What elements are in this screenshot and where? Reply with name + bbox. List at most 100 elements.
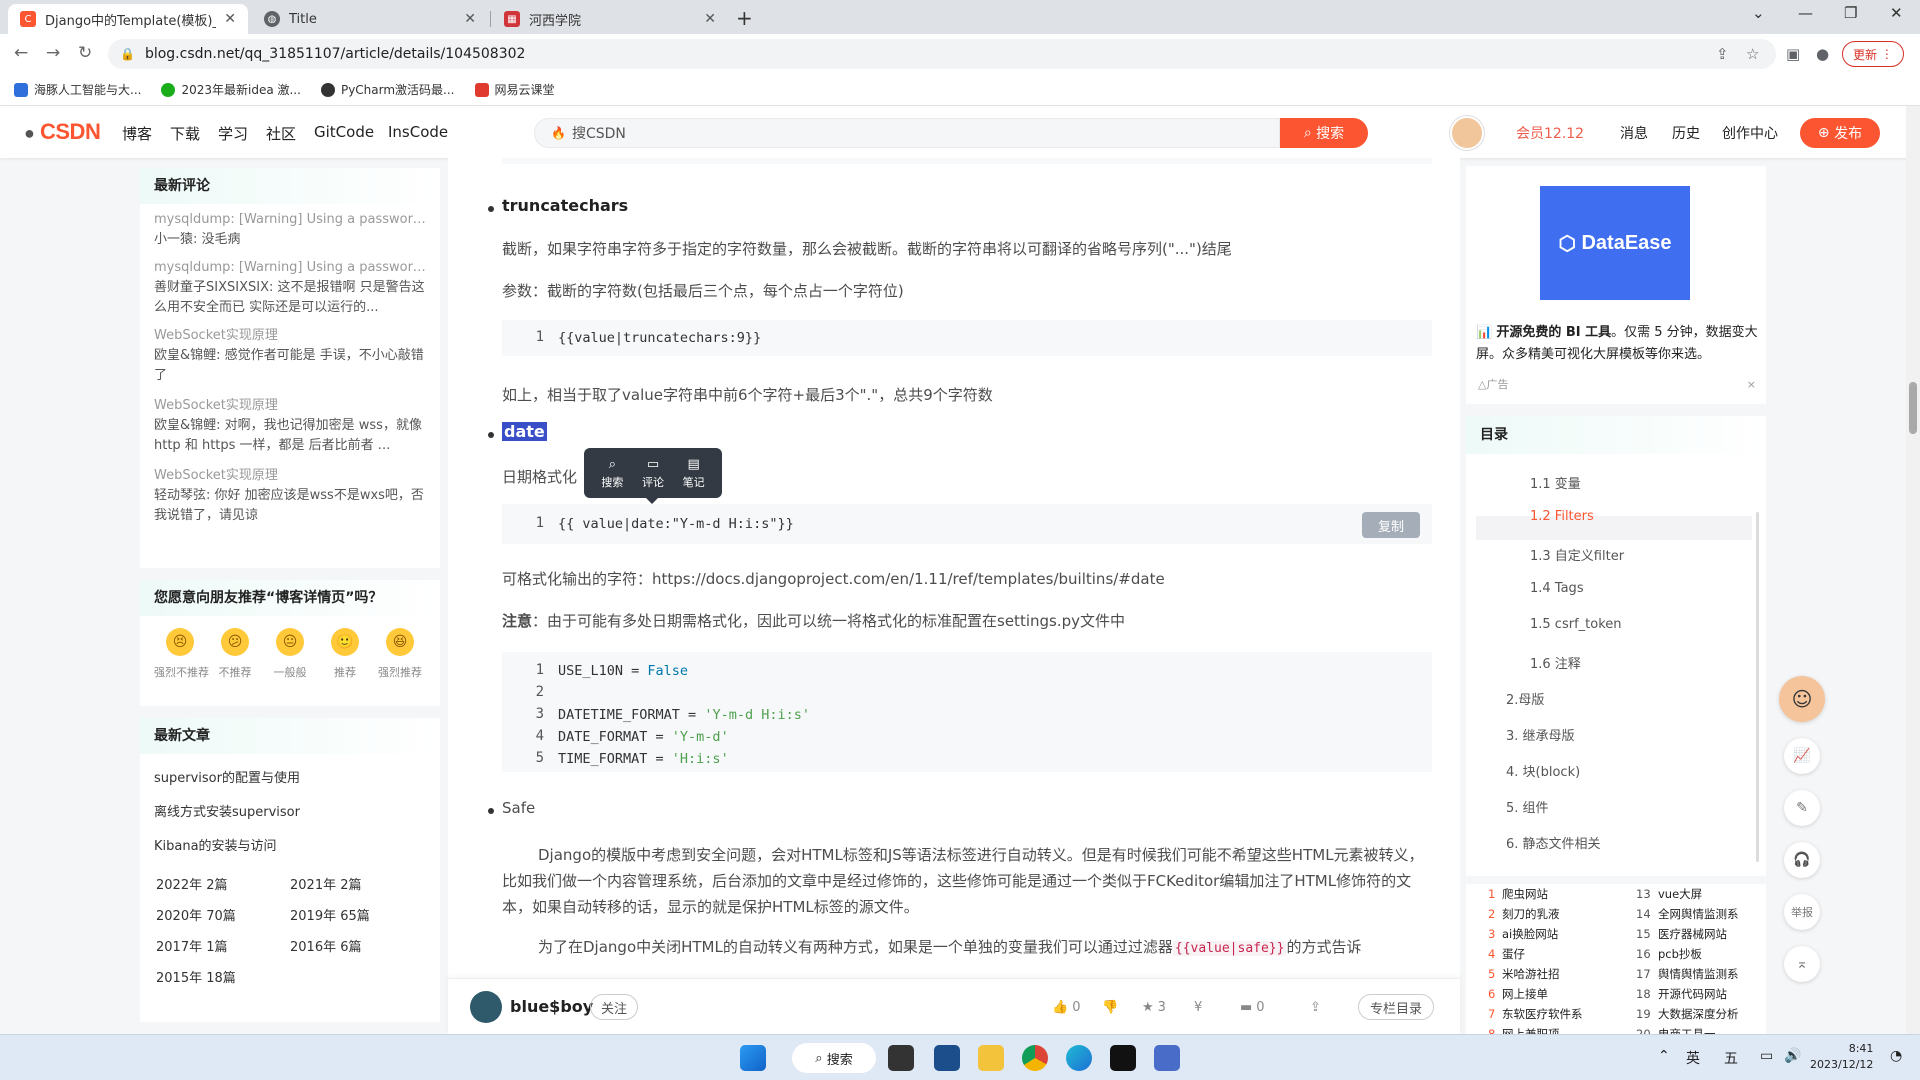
comment-article[interactable]: WebSocket实现原理 [154,324,426,343]
comment-item[interactable]: WebSocket实现原理 轻动琴弦: 你好 加密应该是wss不是wxs吧，否我… [140,464,440,526]
comment-item[interactable]: WebSocket实现原理 欧皇&锦鲤: 感觉作者可能是 手误，不小心敲错了 [140,324,440,386]
search-input[interactable]: 🔥 搜CSDN [534,118,1280,148]
hot-search-item[interactable]: 19 大数据深度分析 [1636,1006,1739,1022]
hot-search-item[interactable]: 17 舆情舆情监测系 [1636,966,1739,982]
recommend-option[interactable]: 😐 一般般 [264,628,316,680]
file-explorer-icon[interactable] [978,1045,1004,1071]
column-toc-button[interactable]: 专栏目录 [1358,994,1434,1020]
toc-item[interactable]: 1.5 csrf_token [1530,617,1622,632]
avatar[interactable] [1450,116,1484,150]
system-clock[interactable]: 8:41 2023/12/12 [1810,1041,1873,1073]
copy-button[interactable]: 复制 [1362,512,1420,538]
ad-text[interactable]: 📊 开源免费的 BI 工具。仅需 5 分钟，数据变大屏。众多精美可视化大屏模板等… [1476,322,1760,366]
scrollbar-thumb[interactable] [1909,382,1917,434]
page-scrollbar[interactable] [1906,106,1920,1034]
bookmark-item[interactable]: 网易云课堂 [474,81,555,98]
history-link[interactable]: 历史 [1672,123,1700,143]
recommend-option[interactable]: 😣 强烈不推荐 [154,628,209,680]
profile-icon[interactable]: ● [1816,45,1829,63]
recommend-option[interactable]: 🙂 推荐 [319,628,371,680]
update-button[interactable]: 更新 ⋮ [1842,41,1904,67]
hot-search-item[interactable]: 3 ai换脸网站 [1488,926,1558,942]
report-button[interactable]: 举报 [1784,894,1820,930]
ime-language[interactable]: 英 [1686,1048,1700,1068]
comment-article[interactable]: mysqldump: [Warning] Using a password... [154,212,426,227]
search-button[interactable]: ⌕ 搜索 [1280,118,1368,148]
vip-link[interactable]: 会员12.12 [1516,123,1584,143]
hot-search-item[interactable]: 15 医疗器械网站 [1636,926,1727,942]
sidepanel-icon[interactable]: ▣ [1786,45,1800,63]
hot-search-item[interactable]: 8 网上兼职项 [1488,1026,1560,1034]
toc-item[interactable]: 3. 继承母版 [1506,725,1575,744]
back-icon[interactable]: ← [14,43,28,63]
toc-item[interactable]: 2.母版 [1506,689,1544,708]
hot-search-item[interactable]: 18 开源代码网站 [1636,986,1727,1002]
selection-search-button[interactable]: ⌕ 搜索 [601,457,623,490]
reload-icon[interactable]: ↻ [78,43,92,63]
hot-search-item[interactable]: 5 米哈游社招 [1488,966,1560,982]
hot-search-item[interactable]: 1 爬虫网站 [1488,886,1548,902]
back-to-top-icon[interactable]: ⌅ [1784,946,1820,982]
hot-search-item[interactable]: 13 vue大屏 [1636,886,1702,902]
pycharm-icon[interactable] [1110,1045,1136,1071]
close-icon[interactable]: ✕ [464,11,476,27]
notification-icon[interactable]: ◔ [1890,1048,1902,1064]
archive-link[interactable]: 2016年 6篇 [290,936,424,955]
bookmark-item[interactable]: 海豚人工智能与大... [14,81,141,98]
taskbar-search[interactable]: ⌕ 搜索 [792,1043,876,1073]
bookmark-item[interactable]: 2023年最新idea 激... [161,81,301,98]
dislike-button[interactable]: 👎 [1102,997,1118,1015]
author-name[interactable]: blue$boy [510,997,593,1016]
comment-item[interactable]: mysqldump: [Warning] Using a password...… [140,260,440,318]
toc-item[interactable]: 5. 组件 [1506,797,1549,816]
browser-tab-title[interactable]: ◍ Title ✕ [252,4,488,34]
archive-link[interactable]: 2015年 18篇 [156,967,290,986]
toc-item[interactable]: 1.2 Filters [1530,509,1594,524]
share-button[interactable]: ⇪ [1310,997,1321,1015]
reward-button[interactable]: ¥ [1194,997,1202,1015]
messages-link[interactable]: 消息 [1620,123,1648,143]
recent-article-link[interactable]: supervisor的配置与使用 [140,762,440,796]
app-icon[interactable] [1154,1045,1180,1071]
forward-icon[interactable]: → [46,43,60,63]
edit-icon[interactable]: ✎ [1784,790,1820,826]
chart-icon[interactable]: 📈 [1784,738,1820,774]
date-format-link[interactable]: 可格式化输出的字符：https://docs.djangoproject.com… [502,568,1165,589]
nav-learn[interactable]: 学习 [218,123,248,144]
volume-icon[interactable]: 🔊 [1784,1048,1801,1064]
csdn-logo[interactable]: ● CSDN [24,119,101,145]
close-icon[interactable]: ✕ [704,11,716,27]
browser-tab-hexi[interactable]: ▦ 河西学院 ✕ [492,4,728,34]
network-icon[interactable]: ▭ [1760,1048,1773,1064]
nav-community[interactable]: 社区 [266,123,296,144]
archive-link[interactable]: 2017年 1篇 [156,936,290,955]
restore-icon[interactable]: ❐ [1844,4,1857,22]
edge-icon[interactable] [1066,1045,1092,1071]
assistant-avatar-icon[interactable]: ☺ [1779,676,1825,722]
minimize-icon[interactable]: — [1798,4,1813,22]
author-avatar[interactable] [470,991,502,1023]
chevron-down-icon[interactable]: ⌄ [1752,4,1765,22]
publish-button[interactable]: ⊕ 发布 [1800,118,1880,148]
chevron-up-icon[interactable]: ⌃ [1658,1048,1670,1064]
selected-text[interactable]: date [502,422,547,441]
selection-note-button[interactable]: ▤ 笔记 [683,457,705,490]
hot-search-item[interactable]: 6 网上接单 [1488,986,1548,1002]
recent-article-link[interactable]: 离线方式安装supervisor [140,796,440,830]
ime-mode[interactable]: 五 [1724,1048,1738,1068]
archive-link[interactable]: 2020年 70篇 [156,905,290,924]
window-close-icon[interactable]: ✕ [1890,4,1903,22]
comment-article[interactable]: WebSocket实现原理 [154,394,426,413]
chrome-icon[interactable] [1022,1045,1048,1071]
bookmark-star-icon[interactable]: ☆ [1746,45,1759,63]
close-icon[interactable]: × [1747,378,1756,391]
hot-search-item[interactable]: 14 全网舆情监测系 [1636,906,1739,922]
bookmark-item[interactable]: PyCharm激活码最... [320,81,455,98]
like-button[interactable]: 👍 0 [1052,997,1080,1015]
recent-article-link[interactable]: Kibana的安装与访问 [140,830,440,864]
recommend-option[interactable]: 😆 强烈推荐 [374,628,426,680]
toc-scrollbar[interactable] [1756,512,1759,862]
nav-gitcode[interactable]: GitCode [314,123,374,141]
widgets-icon[interactable] [934,1045,960,1071]
hot-search-item[interactable]: 2 刻刀的乳液 [1488,906,1560,922]
